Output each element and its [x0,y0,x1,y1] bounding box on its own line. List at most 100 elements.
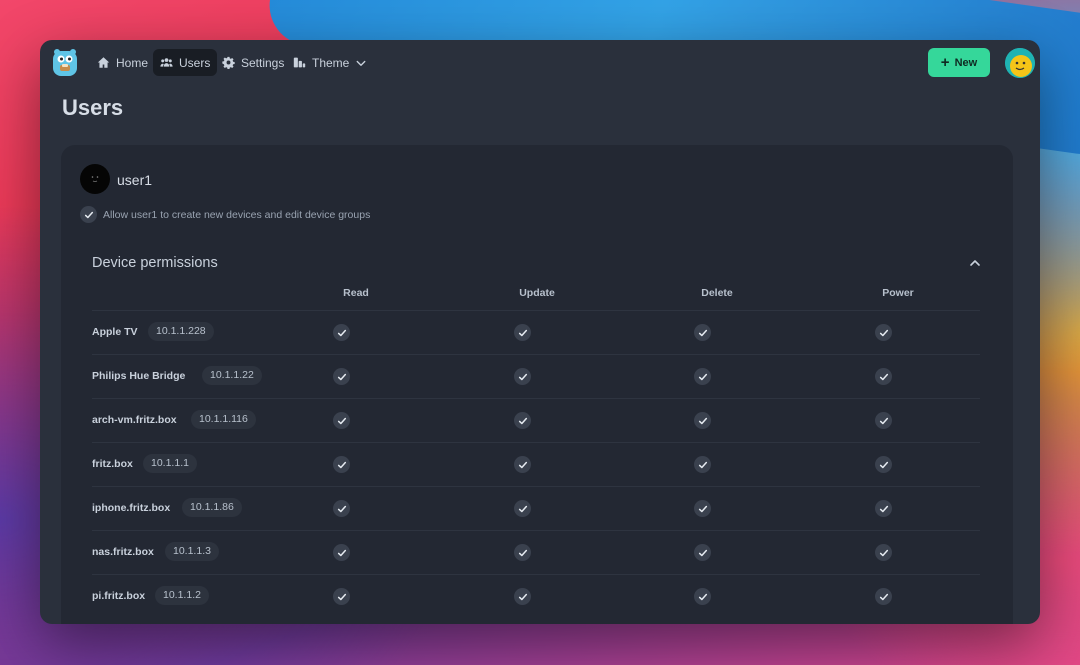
power-permission-checkbox[interactable] [875,544,892,561]
users-icon [160,58,173,67]
chevron-up-icon[interactable] [967,255,983,271]
delete-permission-checkbox[interactable] [694,544,711,561]
table-row: nas.fritz.box 10.1.1.3 [92,530,980,575]
check-icon [879,417,888,424]
nav-home[interactable]: Home [90,49,155,76]
read-permission-checkbox[interactable] [333,368,350,385]
table-row: pi.fritz.box 10.1.1.2 [92,574,980,619]
device-permissions-title: Device permissions [92,255,218,271]
check-icon [698,417,707,424]
read-permission-checkbox[interactable] [333,500,350,517]
update-permission-checkbox[interactable] [514,500,531,517]
check-icon [879,373,888,380]
device-ip-badge: 10.1.1.2 [155,586,209,605]
smiley-avatar-icon [1005,48,1035,78]
power-permission-checkbox[interactable] [875,500,892,517]
device-ip-badge: 10.1.1.116 [191,410,256,429]
check-icon [518,593,527,600]
check-icon [698,505,707,512]
device-name: fritz.box [92,458,133,470]
delete-permission-checkbox[interactable] [694,368,711,385]
check-icon [337,505,346,512]
device-ip-badge: 10.1.1.3 [165,542,219,561]
nav-home-label: Home [116,55,149,70]
device-ip-badge: 10.1.1.22 [202,366,262,385]
allow-create-devices-row: Allow user1 to create new devices and ed… [80,206,370,223]
nav-settings[interactable]: Settings [215,49,291,76]
read-permission-checkbox[interactable] [333,412,350,429]
user-avatar [80,164,110,194]
table-row: arch-vm.fritz.box 10.1.1.116 [92,398,980,443]
table-row: fritz.box 10.1.1.1 [92,442,980,487]
new-button-label: New [954,56,978,69]
device-name: pi.fritz.box [92,590,146,602]
read-permission-checkbox[interactable] [333,544,350,561]
check-icon [337,549,346,556]
check-icon [518,329,527,336]
power-permission-checkbox[interactable] [875,412,892,429]
device-ip-badge: 10.1.1.228 [148,322,214,341]
update-permission-checkbox[interactable] [514,456,531,473]
user-card: user1 Allow user1 to create new devices … [61,145,1013,624]
table-row: Apple TV 10.1.1.228 [92,310,980,355]
delete-permission-checkbox[interactable] [694,588,711,605]
allow-create-devices-label: Allow user1 to create new devices and ed… [103,208,371,221]
nav-users-label: Users [179,55,211,70]
column-header-delete: Delete [701,287,733,299]
power-permission-checkbox[interactable] [875,588,892,605]
delete-permission-checkbox[interactable] [694,412,711,429]
update-permission-checkbox[interactable] [514,368,531,385]
check-icon [337,373,346,380]
nav-theme-label: Theme [312,55,350,70]
check-icon [518,549,527,556]
check-icon [698,461,707,468]
delete-permission-checkbox[interactable] [694,324,711,341]
device-name: Apple TV [92,326,138,338]
check-icon [337,593,346,600]
check-icon [518,417,527,424]
update-permission-checkbox[interactable] [514,588,531,605]
user-name: user1 [117,172,153,188]
check-icon [879,593,888,600]
check-icon [337,329,346,336]
check-icon [337,417,346,424]
delete-permission-checkbox[interactable] [694,456,711,473]
check-icon [879,329,888,336]
gear-icon [222,56,235,69]
power-permission-checkbox[interactable] [875,456,892,473]
device-name: iphone.fritz.box [92,502,171,514]
theme-icon [293,57,306,68]
device-ip-badge: 10.1.1.86 [182,498,242,517]
device-name: Philips Hue Bridge [92,370,186,382]
check-icon [879,549,888,556]
power-permission-checkbox[interactable] [875,368,892,385]
check-icon [84,211,93,218]
nav-users[interactable]: Users [153,49,218,76]
navbar: Home Users Settings Theme + New [40,40,1040,86]
nav-settings-label: Settings [241,55,285,70]
delete-permission-checkbox[interactable] [694,500,711,517]
check-icon [698,329,707,336]
nav-theme-dropdown[interactable]: Theme [286,49,374,76]
update-permission-checkbox[interactable] [514,324,531,341]
column-header-update: Update [519,287,555,299]
read-permission-checkbox[interactable] [333,588,350,605]
update-permission-checkbox[interactable] [514,544,531,561]
allow-create-devices-checkbox[interactable] [80,206,97,223]
update-permission-checkbox[interactable] [514,412,531,429]
power-permission-checkbox[interactable] [875,324,892,341]
chevron-down-icon [356,60,366,66]
check-icon [879,505,888,512]
check-icon [698,549,707,556]
column-header-power: Power [882,287,914,299]
app-logo-icon[interactable] [52,48,78,78]
device-name: nas.fritz.box [92,546,154,558]
check-icon [698,593,707,600]
table-row: iphone.fritz.box 10.1.1.86 [92,486,980,531]
read-permission-checkbox[interactable] [333,456,350,473]
read-permission-checkbox[interactable] [333,324,350,341]
column-header-read: Read [343,287,369,299]
profile-avatar[interactable] [1005,48,1035,78]
new-button[interactable]: + New [928,48,990,77]
check-icon [698,373,707,380]
